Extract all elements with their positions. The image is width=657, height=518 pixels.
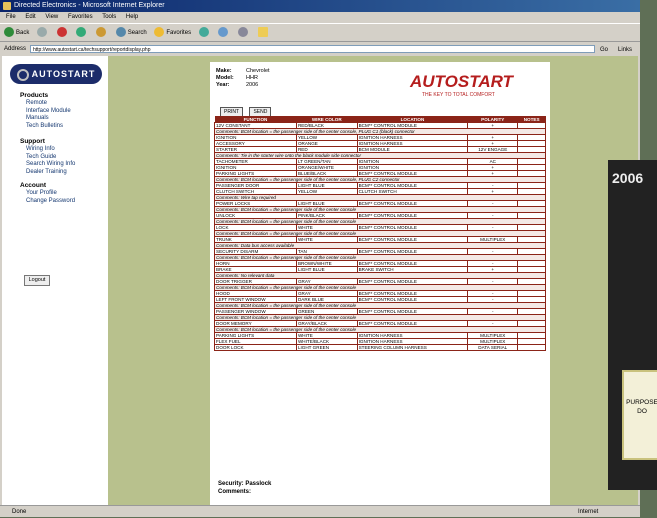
menu-favorites[interactable]: Favorites xyxy=(68,14,93,20)
star-icon xyxy=(154,27,165,38)
refresh-icon xyxy=(76,27,87,38)
search-button[interactable]: Search xyxy=(115,24,147,43)
nav-item-change-password[interactable]: Change Password xyxy=(20,198,75,206)
menu-bar: File Edit View Favorites Tools Help xyxy=(0,12,640,23)
table-cell: STEERING COLUMN HARNESS xyxy=(356,344,469,351)
mail-button[interactable] xyxy=(218,24,230,43)
stop-button[interactable] xyxy=(56,24,69,43)
brand-name: AUTOSTART xyxy=(410,72,513,91)
folder-icon xyxy=(257,27,268,38)
nav-section-support: Support Wiring Info Tech Guide Search Wi… xyxy=(20,138,75,176)
table-cell: LIGHT GREEN xyxy=(295,344,358,351)
refresh-button[interactable] xyxy=(76,24,88,43)
address-bar: Address http://www.autostart.ca/techsupp… xyxy=(0,43,640,55)
toolbar: Back Search Favorites xyxy=(0,23,640,42)
table-cell xyxy=(517,344,546,351)
search-icon xyxy=(115,27,126,38)
ie-icon xyxy=(3,2,11,10)
comments-line: Comments: xyxy=(218,489,252,495)
vehicle-meta: Make: Chevrolet Model: HHR Year: 2006 xyxy=(216,68,270,89)
meta-year: Year: 2006 xyxy=(216,82,259,88)
background-ad: 2006 PURPOSE DO xyxy=(608,160,657,490)
title-bar: Directed Electronics - Microsoft Interne… xyxy=(0,0,640,12)
nav-section-products: Products Remote Interface Module Manuals… xyxy=(20,92,71,130)
menu-view[interactable]: View xyxy=(45,14,58,20)
nav-item-tech-guide[interactable]: Tech Guide xyxy=(20,154,75,162)
address-label: Address xyxy=(4,46,27,52)
nav-section-title: Account xyxy=(20,182,46,189)
nav-item-wiring-info[interactable]: Wiring Info xyxy=(20,146,75,154)
history-button[interactable] xyxy=(198,24,211,43)
meta-make: Make: Chevrolet xyxy=(216,68,270,74)
history-icon xyxy=(198,27,209,38)
menu-help[interactable]: Help xyxy=(126,14,138,20)
ad-panel: PURPOSE DO xyxy=(622,370,657,460)
status-text: Done xyxy=(12,509,27,515)
menu-edit[interactable]: Edit xyxy=(25,14,35,20)
wiring-table: FUNCTION WIRE COLOR LOCATION POLARITY NO… xyxy=(214,116,546,351)
menu-tools[interactable]: Tools xyxy=(102,14,116,20)
meta-model: Model: HHR xyxy=(216,75,258,81)
security-line: Security: Passlock xyxy=(218,481,272,487)
nav-item-dealer-training[interactable]: Dealer Training xyxy=(20,169,75,177)
logout-button[interactable]: Logout xyxy=(24,275,50,286)
brand-tagline: THE KEY TO TOTAL COMFORT xyxy=(422,92,495,98)
page-viewport: AUTOSTART Products Remote Interface Modu… xyxy=(2,56,638,505)
ad-year: 2006 xyxy=(612,170,644,186)
mail-icon xyxy=(218,27,229,38)
links-button[interactable]: Links xyxy=(618,44,632,56)
nav-item-manuals[interactable]: Manuals xyxy=(20,115,71,123)
address-input[interactable]: http://www.autostart.ca/techsupport/repo… xyxy=(30,45,595,53)
report-footer: Security: Passlock Comments: xyxy=(218,480,271,496)
nav-item-remote[interactable]: Remote xyxy=(20,100,71,108)
go-button[interactable]: Go xyxy=(600,44,608,56)
status-bar: Done Internet xyxy=(0,505,640,517)
logo-ring-icon xyxy=(16,68,29,81)
printer-icon xyxy=(238,27,249,38)
window-title: Directed Electronics - Microsoft Interne… xyxy=(14,2,165,9)
table-cell: DATA SERIAL xyxy=(467,344,519,351)
sidebar: AUTOSTART Products Remote Interface Modu… xyxy=(2,56,108,505)
nav-item-search-wiring[interactable]: Search Wiring Info xyxy=(20,161,75,169)
print-button[interactable] xyxy=(238,24,250,43)
nav-item-profile[interactable]: Your Profile xyxy=(20,190,75,198)
nav-section-title: Support xyxy=(20,138,45,145)
report-document: Make: Chevrolet Model: HHR Year: 2006 AUTOS… xyxy=(210,62,550,505)
autostart-logo[interactable]: AUTOSTART xyxy=(10,64,102,84)
stop-icon xyxy=(56,27,67,38)
nav-item-tech-bulletins[interactable]: Tech Bulletins xyxy=(20,123,71,131)
zone-indicator: Internet xyxy=(578,509,599,515)
folder-button[interactable] xyxy=(257,24,270,43)
menu-file[interactable]: File xyxy=(6,14,16,20)
home-button[interactable] xyxy=(96,24,108,43)
back-button[interactable]: Back xyxy=(4,24,29,43)
browser-window: Directed Electronics - Microsoft Interne… xyxy=(0,0,640,517)
forward-button[interactable] xyxy=(37,24,49,43)
home-icon xyxy=(96,27,107,38)
nav-item-interface-module[interactable]: Interface Module xyxy=(20,108,71,116)
forward-arrow-icon xyxy=(37,27,48,38)
nav-section-title: Products xyxy=(20,92,49,99)
favorites-button[interactable]: Favorites xyxy=(154,24,191,43)
nav-section-account: Account Your Profile Change Password xyxy=(20,182,75,205)
brand-logo: AUTOSTART THE KEY TO TOTAL COMFORT xyxy=(410,72,540,102)
table-cell: DOOR LOCK xyxy=(214,344,297,351)
back-arrow-icon xyxy=(4,27,14,38)
table-row: DOOR LOCK LIGHT GREEN STEERING COLUMN HARN… xyxy=(214,344,546,351)
